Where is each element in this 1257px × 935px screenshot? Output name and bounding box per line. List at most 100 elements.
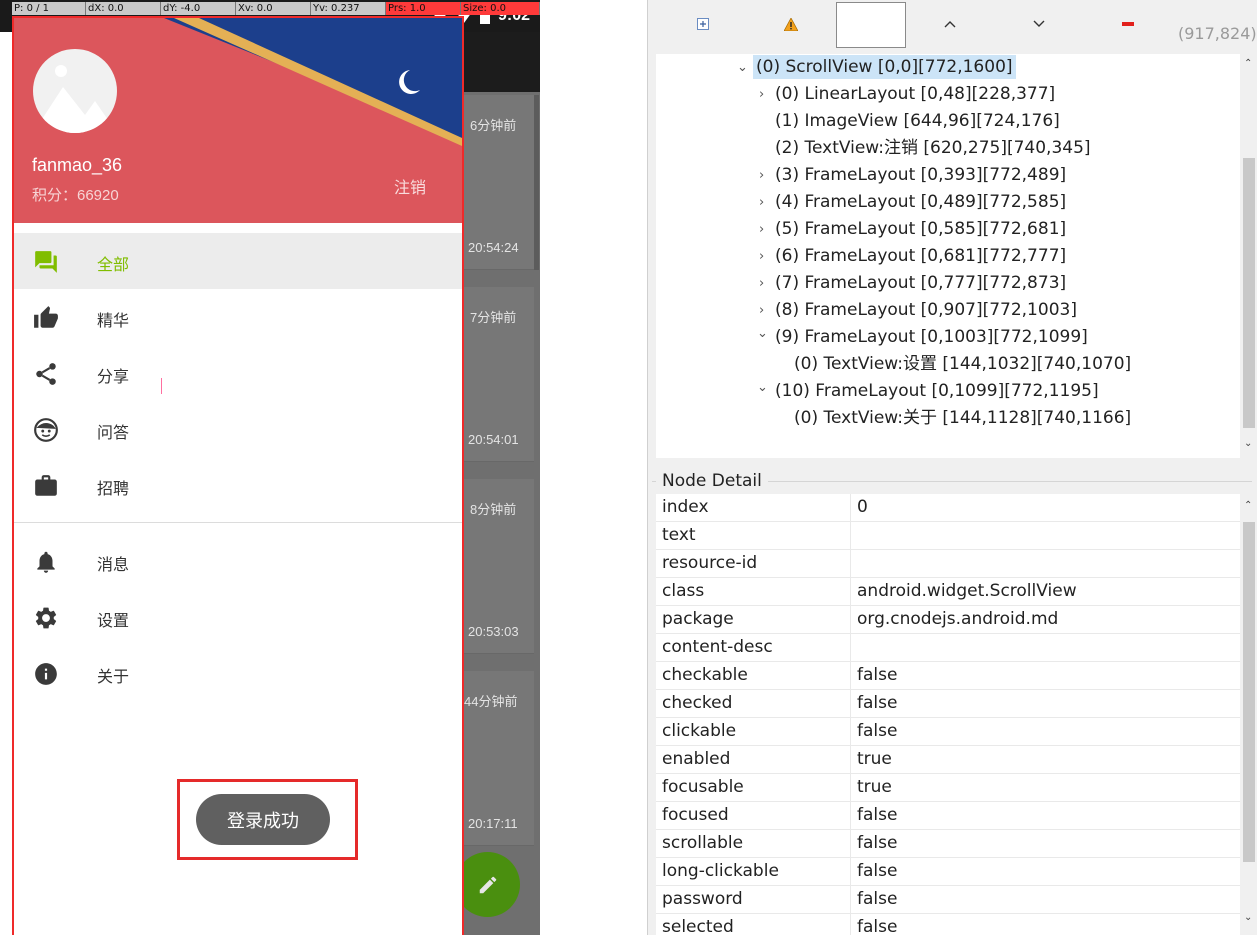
pointer-yv: Yv: 0.237 (311, 2, 386, 15)
chevron-right-icon[interactable]: › (759, 222, 764, 237)
detail-value: false (857, 693, 898, 713)
detail-row[interactable]: class android.widget.ScrollView (656, 578, 1240, 606)
list-scrollbar (534, 95, 539, 270)
filter-input[interactable] (836, 2, 906, 48)
tree-node[interactable]: (8) FrameLayout [0,907][772,1003] (775, 298, 1077, 322)
detail-row[interactable]: checkable false (656, 662, 1240, 690)
tree-scroll-thumb[interactable] (1243, 158, 1255, 428)
chevron-up-icon (944, 21, 956, 28)
detail-row[interactable]: password false (656, 886, 1240, 914)
chevron-down-icon[interactable]: ⌄ (757, 326, 768, 341)
detail-value: false (857, 833, 898, 853)
chevron-right-icon[interactable]: › (759, 249, 764, 264)
detail-row[interactable]: clickable false (656, 718, 1240, 746)
column-separator (850, 578, 851, 606)
detail-scroll-thumb[interactable] (1243, 522, 1255, 862)
menu-item-share[interactable]: 分享 (14, 345, 462, 401)
tree-node-selected[interactable]: (0) ScrollView [0,0][772,1600] (753, 55, 1016, 79)
tree-node[interactable]: (10) FrameLayout [0,1099][772,1195] (775, 379, 1099, 403)
column-separator (850, 914, 851, 935)
new-topic-fab[interactable] (455, 852, 520, 917)
topic-time: 20:54:01 (468, 432, 519, 447)
avatar[interactable] (33, 49, 117, 133)
scroll-down-icon[interactable]: ⌄ (1244, 912, 1252, 923)
column-separator (850, 802, 851, 830)
topic-card[interactable]: 7分钟前 20:54:01 (462, 287, 534, 462)
detail-value: false (857, 917, 898, 935)
topic-card[interactable]: 44分钟前 20:17:11 (462, 671, 534, 846)
detail-scrollbar[interactable]: ⌃ ⌄ (1240, 494, 1257, 935)
detail-row[interactable]: checked false (656, 690, 1240, 718)
detail-value: true (857, 749, 892, 769)
scroll-down-icon[interactable]: ⌄ (1244, 438, 1252, 449)
detail-key: enabled (662, 749, 731, 769)
column-separator (850, 634, 851, 662)
logout-button[interactable]: 注销 (394, 174, 426, 198)
menu-item-notifications[interactable]: 消息 (14, 533, 462, 589)
tree-node[interactable]: (3) FrameLayout [0,393][772,489] (775, 163, 1066, 187)
scroll-up-icon[interactable]: ⌃ (1244, 500, 1252, 511)
thumb-up-icon (34, 306, 58, 328)
gear-icon (35, 607, 57, 629)
menu-item-about[interactable]: 关于 (14, 645, 462, 701)
previous-node-button[interactable] (936, 10, 964, 38)
detail-row[interactable]: selected false (656, 914, 1240, 935)
detail-row[interactable]: resource-id (656, 550, 1240, 578)
tree-scrollbar[interactable]: ⌃ ⌄ (1240, 54, 1257, 458)
node-detail-table: index 0 text resource-id class android.wid… (656, 494, 1240, 935)
tree-node[interactable]: (4) FrameLayout [0,489][772,585] (775, 190, 1066, 214)
detail-row[interactable]: enabled true (656, 746, 1240, 774)
chevron-right-icon[interactable]: › (759, 195, 764, 210)
tree-node[interactable]: (1) ImageView [644,96][724,176] (775, 109, 1060, 133)
detail-row[interactable]: long-clickable false (656, 858, 1240, 886)
column-separator (850, 858, 851, 886)
tree-node[interactable]: (5) FrameLayout [0,585][772,681] (775, 217, 1066, 241)
detail-value: false (857, 721, 898, 741)
detail-value: org.cnodejs.android.md (857, 609, 1059, 629)
briefcase-icon (35, 475, 57, 496)
tree-node[interactable]: (0) TextView:关于 [144,1128][740,1166] (794, 406, 1131, 430)
chevron-right-icon[interactable]: › (759, 168, 764, 183)
phone-screen: 9:02 P: 0 / 1 dX: 0.0 dY: -4.0 Xv: 0.0 Y… (0, 0, 540, 935)
tree-node[interactable]: (0) TextView:设置 [144,1032][740,1070] (794, 352, 1131, 376)
detail-row[interactable]: focused false (656, 802, 1240, 830)
tree-node[interactable]: (0) LinearLayout [0,48][228,377] (775, 82, 1055, 106)
username: fanmao_36 (32, 155, 123, 175)
expand-all-button[interactable] (689, 10, 717, 38)
menu-item-good[interactable]: 精华 (14, 289, 462, 345)
detail-row[interactable]: scrollable false (656, 830, 1240, 858)
detail-value: false (857, 665, 898, 685)
pointer-pressure: Prs: 1.0 (386, 2, 461, 15)
menu-item-all[interactable]: 全部 (14, 233, 462, 289)
topic-relative-time: 6分钟前 (470, 118, 517, 133)
detail-key: checked (662, 693, 733, 713)
column-separator (850, 718, 851, 746)
chevron-right-icon[interactable]: › (759, 87, 764, 102)
topic-card[interactable]: 6分钟前 20:54:24 (462, 95, 534, 270)
tree-node[interactable]: (7) FrameLayout [0,777][772,873] (775, 271, 1066, 295)
tree-node[interactable]: (2) TextView:注销 [620,275][740,345] (775, 136, 1091, 160)
chevron-right-icon[interactable]: › (759, 303, 764, 318)
detail-row[interactable]: index 0 (656, 494, 1240, 522)
detail-value: true (857, 777, 892, 797)
detail-row[interactable]: package org.cnodejs.android.md (656, 606, 1240, 634)
toggle-invalid-nodes-button[interactable] (777, 10, 805, 38)
detail-row[interactable]: content-desc (656, 634, 1240, 662)
chevron-right-icon[interactable]: › (759, 276, 764, 291)
menu-item-settings[interactable]: 设置 (14, 589, 462, 645)
tree-node[interactable]: (9) FrameLayout [0,1003][772,1099] (775, 325, 1088, 349)
detail-row[interactable]: text (656, 522, 1240, 550)
next-node-button[interactable] (1025, 10, 1053, 38)
chevron-down-icon[interactable]: ⌄ (757, 380, 768, 395)
menu-item-ask[interactable]: 问答 (14, 401, 462, 457)
clear-search-button[interactable] (1114, 10, 1142, 38)
tree-node[interactable]: (6) FrameLayout [0,681][772,777] (775, 244, 1066, 268)
detail-row[interactable]: focusable true (656, 774, 1240, 802)
app-root: 9:02 P: 0 / 1 dX: 0.0 dY: -4.0 Xv: 0.0 Y… (0, 0, 1257, 935)
topic-card[interactable]: 8分钟前 20:53:03 (462, 479, 534, 654)
scroll-up-icon[interactable]: ⌃ (1244, 58, 1252, 69)
node-tree[interactable]: ⌄ (0) ScrollView [0,0][772,1600] › (0) L… (656, 54, 1240, 458)
menu-item-job[interactable]: 招聘 (14, 457, 462, 513)
detail-key: clickable (662, 721, 737, 741)
chevron-down-icon[interactable]: ⌄ (737, 60, 748, 75)
